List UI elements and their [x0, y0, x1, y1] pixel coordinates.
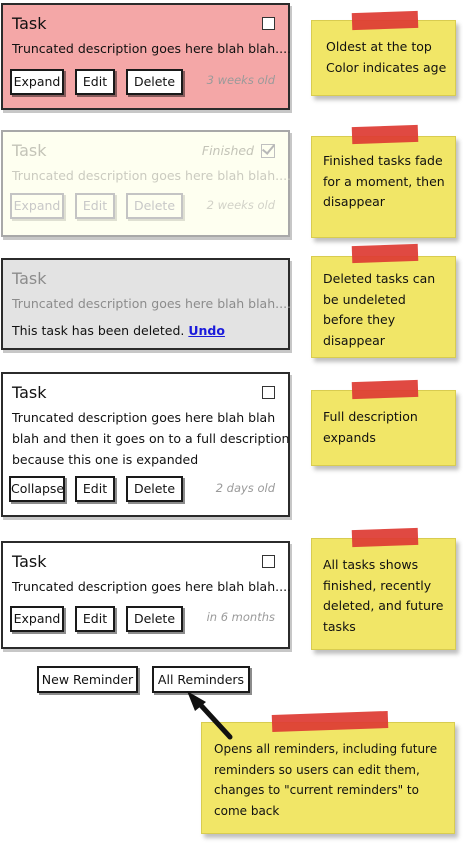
- sticky-note-deleted: Deleted tasks can be undeleted before th…: [311, 256, 456, 358]
- task-description: Truncated description goes here blah bla…: [12, 579, 292, 594]
- arrow-head: [187, 691, 206, 711]
- task-card-old: Task Truncated description goes here bla…: [1, 3, 292, 110]
- delete-button[interactable]: Delete: [126, 476, 183, 502]
- collapse-button[interactable]: Collapse: [9, 476, 65, 502]
- task-card-finished: Task Finished Truncated description goes…: [1, 130, 292, 237]
- sticky-note-all-reminders: Opens all reminders, including future re…: [201, 722, 455, 834]
- sticky-note-age: Oldest at the top Color indicates age: [311, 20, 456, 96]
- sticky-note-all-tasks: All tasks shows finished, recently delet…: [311, 538, 456, 650]
- note-line: come back: [214, 803, 280, 818]
- tape-decoration: [351, 527, 419, 548]
- tape-decoration: [351, 243, 419, 264]
- task-complete-checkbox[interactable]: [262, 17, 275, 30]
- note-line: for a moment, then: [323, 173, 445, 189]
- task-description-line: blah and then it goes on to a full descr…: [12, 431, 290, 446]
- delete-button[interactable]: Delete: [126, 606, 183, 632]
- task-card-deleted: Task Truncated description goes here bla…: [1, 258, 292, 350]
- note-line: All tasks shows: [323, 557, 419, 572]
- new-reminder-button[interactable]: New Reminder: [37, 666, 138, 693]
- task-description-line: because this one is expanded: [12, 452, 199, 467]
- tape-decoration: [351, 124, 419, 145]
- note-line: Opens all reminders, including future: [214, 742, 438, 756]
- task-age-label: 2 weeks old: [206, 198, 275, 212]
- task-description: Truncated description goes here blah bla…: [12, 41, 292, 56]
- note-line: be undeleted: [323, 291, 406, 307]
- task-description: Truncated description goes here blah bla…: [12, 168, 292, 183]
- note-line: disappear: [323, 194, 385, 209]
- sticky-note-finished: Finished tasks fade for a moment, then d…: [311, 136, 456, 238]
- task-title: Task: [12, 552, 47, 571]
- task-title: Task: [12, 383, 47, 402]
- note-line: Full description: [323, 409, 418, 424]
- delete-button[interactable]: Delete: [126, 69, 183, 95]
- note-line: tasks: [323, 618, 356, 634]
- note-line: changes to "current reminders" to: [214, 783, 419, 797]
- edit-button[interactable]: Edit: [75, 606, 115, 632]
- note-line: Finished tasks fade: [323, 153, 443, 168]
- task-card-future: Task Truncated description goes here bla…: [1, 541, 292, 649]
- note-line: reminders so users can edit them,: [214, 762, 420, 777]
- task-description-line: Truncated description goes here blah bla…: [12, 410, 276, 425]
- tape-decoration: [351, 10, 419, 31]
- note-line: Deleted tasks can: [323, 271, 436, 286]
- finished-checkmark-icon[interactable]: [261, 144, 275, 158]
- task-age-label: in 6 months: [206, 610, 275, 624]
- task-age-label: 3 weeks old: [206, 73, 275, 87]
- task-title: Task: [12, 269, 47, 288]
- all-reminders-button[interactable]: All Reminders: [152, 666, 250, 693]
- deleted-message-text: This task has been deleted.: [12, 323, 185, 338]
- finished-status-label: Finished: [201, 143, 254, 158]
- task-age-label: 2 days old: [215, 481, 275, 495]
- task-title: Task: [12, 141, 47, 160]
- sticky-note-expand: Full description expands: [311, 390, 456, 466]
- task-complete-checkbox[interactable]: [262, 555, 275, 568]
- expand-button[interactable]: Expand: [10, 69, 64, 95]
- expand-button[interactable]: Expand: [10, 193, 64, 219]
- note-line: expands: [323, 429, 376, 445]
- expand-button[interactable]: Expand: [10, 606, 64, 632]
- note-line: finished, recently: [323, 577, 432, 593]
- task-description: Truncated description goes here blah bla…: [12, 296, 292, 311]
- tape-decoration: [351, 379, 419, 400]
- undo-link[interactable]: Undo: [188, 323, 225, 338]
- note-line: Color indicates age: [326, 59, 447, 75]
- task-title: Task: [12, 14, 47, 33]
- note-line: Oldest at the top: [326, 39, 432, 54]
- task-card-expanded: Task Truncated description goes here bla…: [1, 372, 290, 517]
- delete-button[interactable]: Delete: [126, 193, 183, 219]
- task-complete-checkbox[interactable]: [262, 386, 275, 399]
- note-line: disappear: [323, 332, 385, 348]
- deleted-message: This task has been deleted. Undo: [12, 320, 225, 341]
- edit-button[interactable]: Edit: [75, 69, 115, 95]
- note-line: before they: [323, 312, 396, 327]
- edit-button[interactable]: Edit: [75, 476, 115, 502]
- note-line: deleted, and future: [323, 598, 444, 613]
- edit-button[interactable]: Edit: [75, 193, 115, 219]
